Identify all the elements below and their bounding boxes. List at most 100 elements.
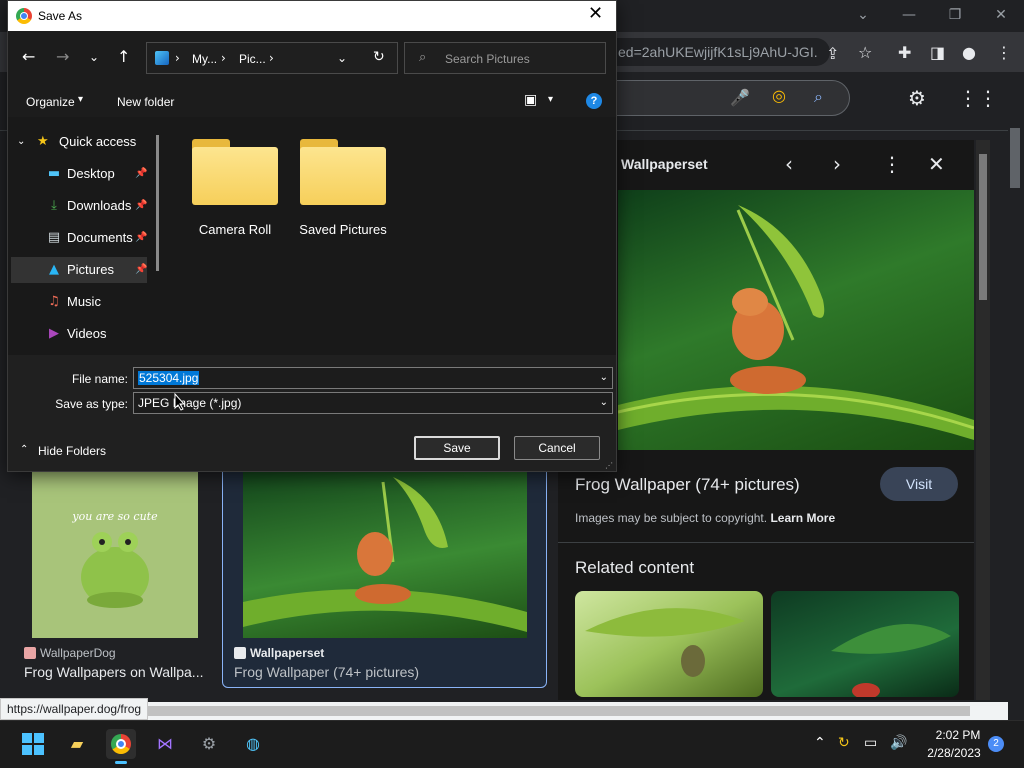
next-icon[interactable]: › [833, 152, 841, 176]
view-dropdown-icon[interactable]: ▾ [548, 94, 553, 105]
forward-arrow-icon[interactable]: → [56, 47, 69, 66]
pin-icon[interactable]: 📌 [135, 257, 147, 283]
network-globe-icon[interactable]: ◍ [238, 729, 268, 759]
sidebar-item-pictures[interactable]: ▲ Pictures 📌 [11, 257, 147, 283]
cancel-button[interactable]: Cancel [514, 436, 600, 460]
panel-image-title[interactable]: Frog Wallpaper (74+ pictures) [575, 475, 800, 495]
chrome-taskbar-icon[interactable] [106, 729, 136, 764]
pin-icon[interactable]: 📌 [135, 193, 147, 219]
file-name-dropdown-icon[interactable]: ⌄ [600, 368, 608, 388]
pin-icon[interactable]: 📌 [135, 161, 147, 187]
learn-more-link[interactable]: Learn More [770, 511, 835, 525]
settings-icon[interactable]: ⚙ [194, 729, 224, 759]
close-window-button[interactable]: ✕ [978, 0, 1024, 30]
result-title[interactable]: Frog Wallpaper (74+ pictures) [234, 664, 419, 680]
save-button[interactable]: Save [414, 436, 500, 460]
save-type-value: JPEG Image (*.jpg) [138, 396, 242, 410]
visual-studio-icon[interactable]: ⋈ [150, 729, 180, 759]
apps-grid-icon[interactable]: ⋮⋮ [958, 86, 998, 110]
search-pictures-input[interactable]: ⌕ Search Pictures [404, 42, 606, 74]
recent-locations-icon[interactable]: ⌄ [89, 50, 99, 64]
lens-icon[interactable]: ◎ [772, 86, 786, 105]
save-type-select[interactable]: JPEG Image (*.jpg) ⌄ [133, 392, 613, 414]
dialog-close-icon[interactable]: ✕ [588, 3, 603, 24]
hide-folders-button[interactable]: Hide Folders [38, 444, 106, 458]
sidebar-item-videos[interactable]: ▶ Videos [11, 321, 147, 347]
refresh-icon[interactable]: ↻ [373, 49, 385, 65]
sidebar-item-downloads[interactable]: ⤓ Downloads 📌 [11, 193, 147, 219]
organize-button[interactable]: Organize [26, 95, 75, 109]
network-icon[interactable]: ▭ [864, 735, 877, 751]
volume-icon[interactable]: 🔊 [890, 735, 907, 751]
frog-preview-image[interactable] [618, 190, 974, 450]
file-name-value[interactable]: 525304.jpg [138, 371, 200, 385]
sidebar-item-documents[interactable]: ▤ Documents 📌 [11, 225, 148, 251]
tray-overflow-chevron-icon[interactable]: ⌃ [814, 735, 826, 751]
cute-frog-image[interactable]: you are so cute [32, 472, 198, 638]
file-explorer-icon[interactable]: ▰ [62, 729, 92, 759]
vertical-scrollbar[interactable] [1008, 72, 1024, 702]
clock-date[interactable]: 2/28/2023 [918, 746, 990, 760]
breadcrumb-item[interactable]: My... [192, 52, 217, 66]
sidebar-item-label: Videos [67, 326, 107, 341]
collapse-chevron-icon[interactable]: ⌄ [17, 129, 25, 155]
frog-result-image[interactable] [243, 472, 527, 638]
folder-saved-pictures[interactable] [300, 139, 386, 205]
save-type-dropdown-icon[interactable]: ⌄ [600, 393, 608, 413]
up-arrow-icon[interactable]: ↑ [117, 47, 130, 66]
breadcrumb-item[interactable]: Pic... [239, 52, 266, 66]
horizontal-scroll-thumb[interactable] [12, 706, 970, 716]
search-icon[interactable]: ⌕ [814, 87, 823, 107]
hide-folders-chevron-icon[interactable]: ⌃ [20, 444, 28, 455]
visit-button[interactable]: Visit [880, 467, 958, 501]
share-icon[interactable]: ⇪ [826, 44, 839, 63]
back-arrow-icon[interactable]: ← [22, 47, 35, 66]
new-folder-button[interactable]: New folder [117, 95, 174, 109]
close-panel-icon[interactable]: ✕ [928, 152, 945, 176]
file-name-input[interactable]: 525304.jpg ⌄ [133, 367, 613, 389]
panel-source[interactable]: Wallpaperset [621, 156, 708, 172]
help-icon[interactable]: ? [586, 93, 602, 109]
clock-time[interactable]: 2:02 PM [932, 728, 984, 742]
sidebar-item-desktop[interactable]: ▬ Desktop 📌 [11, 161, 148, 187]
sync-icon[interactable]: ↻ [838, 735, 850, 751]
start-windows-icon[interactable] [18, 729, 48, 759]
sidebar-item-label: Pictures [67, 262, 114, 277]
organize-dropdown-icon[interactable]: ▾ [78, 94, 83, 105]
quick-access-item[interactable]: ⌄ ★ Quick access [11, 129, 147, 155]
copyright-notice: Images may be subject to copyright. Lear… [575, 511, 835, 525]
folder-address-bar[interactable]: › My... › Pic... › ⌄ ↻ [146, 42, 398, 74]
voice-search-icon[interactable]: 🎤 [730, 88, 750, 107]
resize-grip-icon[interactable]: ⋰ [605, 461, 613, 470]
view-options-icon[interactable]: ▣ [524, 92, 537, 108]
address-dropdown-icon[interactable]: ⌄ [337, 51, 347, 65]
related-image-2[interactable] [771, 591, 959, 697]
restore-button[interactable]: ❐ [932, 0, 978, 30]
minimize-button[interactable]: — [886, 0, 932, 30]
folder-camera-roll[interactable] [192, 139, 278, 205]
profile-icon[interactable]: ● [962, 43, 976, 62]
extensions-icon[interactable]: ✚ [898, 43, 911, 62]
desktop-icon: ▬ [47, 166, 61, 181]
breadcrumb-separator: › [221, 51, 226, 65]
panel-scrollbar[interactable] [976, 140, 990, 700]
more-options-icon[interactable]: ⋮ [882, 152, 902, 176]
settings-gear-icon[interactable]: ⚙ [908, 86, 926, 110]
panel-scroll-thumb[interactable] [979, 154, 987, 300]
nav-pane-scrollbar[interactable] [156, 135, 159, 271]
previous-icon[interactable]: ‹ [785, 152, 793, 176]
side-panel-icon[interactable]: ◨ [930, 43, 945, 62]
notification-badge[interactable]: 2 [988, 736, 1004, 752]
url-text[interactable]: ed=2ahUKEwjijfK1sLj9AhU-JGI... [618, 44, 818, 60]
tab-search-icon[interactable]: ⌄ [840, 0, 886, 30]
result-title[interactable]: Frog Wallpapers on Wallpa... [24, 664, 206, 680]
folder-label[interactable]: Saved Pictures [283, 222, 403, 237]
bookmark-star-icon[interactable]: ☆ [858, 43, 872, 62]
quick-access-label: Quick access [59, 134, 137, 149]
related-image-1[interactable] [575, 591, 763, 697]
folder-label[interactable]: Camera Roll [175, 222, 295, 237]
pin-icon[interactable]: 📌 [135, 225, 147, 251]
menu-icon[interactable]: ⋮ [996, 43, 1012, 62]
sidebar-item-music[interactable]: ♫ Music [11, 289, 147, 315]
vertical-scroll-thumb[interactable] [1010, 128, 1020, 188]
